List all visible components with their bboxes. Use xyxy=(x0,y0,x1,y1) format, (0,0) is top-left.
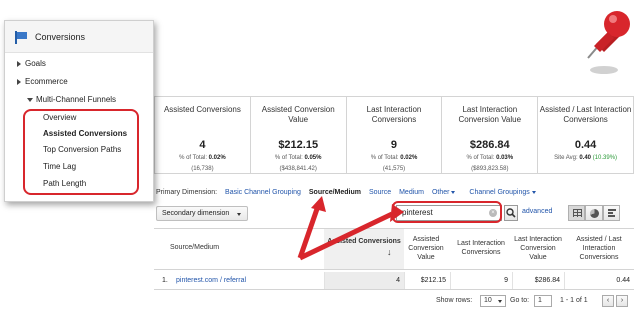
header-source-medium[interactable]: Source/Medium xyxy=(170,243,219,252)
next-page-button[interactable]: › xyxy=(616,295,628,307)
cell-assisted-conversion-value: $212.15 xyxy=(404,272,450,289)
dimension-channel-groupings[interactable]: Channel Groupings xyxy=(469,189,536,196)
data-table: Source/Medium Assisted Conversions ↓ Ass… xyxy=(154,228,634,318)
chevron-down-icon xyxy=(498,300,502,303)
secondary-dimension-button[interactable]: Secondary dimension xyxy=(156,206,248,221)
header-assisted-last-ratio[interactable]: Assisted / Last Interaction Conversions xyxy=(564,235,634,262)
dimension-basic-channel-grouping[interactable]: Basic Channel Grouping xyxy=(225,189,301,196)
sidebar-item-multi-channel-funnels[interactable]: Multi-Channel Funnels xyxy=(27,95,116,104)
sidebar-header[interactable]: Conversions xyxy=(5,21,153,53)
metric-assisted-conversion-value: Assisted Conversion Value $212.15 % of T… xyxy=(251,97,347,173)
dimension-medium[interactable]: Medium xyxy=(399,189,424,196)
advanced-filter-link[interactable]: advanced xyxy=(522,208,552,215)
header-last-interaction-conversion-value[interactable]: Last Interaction Conversion Value xyxy=(512,235,564,262)
sidebar-panel: Conversions Goals Ecommerce Multi-Channe… xyxy=(4,20,154,202)
row-source-link[interactable]: pinterest.com / referral xyxy=(176,277,246,284)
show-rows-label: Show rows: xyxy=(436,297,473,304)
table-footer: Show rows: 10 Go to: 1 1 - 1 of 1 ‹ › xyxy=(154,294,634,310)
metric-assisted-last-ratio: Assisted / Last Interaction Conversions … xyxy=(539,105,632,161)
chevron-left-icon: ‹ xyxy=(606,297,610,304)
view-switcher xyxy=(568,205,620,221)
performance-view-button[interactable] xyxy=(602,205,620,221)
sort-descending-icon: ↓ xyxy=(387,247,392,257)
show-rows-select[interactable]: 10 xyxy=(480,295,506,307)
collapse-triangle-icon xyxy=(27,97,33,102)
report-main: Assisted Conversions 4 % of Total: 0.02%… xyxy=(150,96,638,326)
pie-view-button[interactable] xyxy=(585,205,603,221)
table-header: Source/Medium Assisted Conversions ↓ Ass… xyxy=(154,228,634,270)
page-range: 1 - 1 of 1 xyxy=(560,297,588,304)
metric-summary: Assisted Conversions 4 % of Total: 0.02%… xyxy=(154,96,634,174)
pie-chart-icon xyxy=(590,209,600,218)
prev-page-button[interactable]: ‹ xyxy=(602,295,614,307)
metric-last-interaction-conversions: Last Interaction Conversions 9 % of Tota… xyxy=(347,97,443,173)
flag-icon xyxy=(15,30,27,44)
grid-icon xyxy=(573,209,582,217)
table-row: 1. pinterest.com / referral 4 $212.15 9 … xyxy=(154,272,634,290)
search-button[interactable] xyxy=(504,205,518,221)
goto-input[interactable]: 1 xyxy=(534,295,552,307)
pushpin-icon xyxy=(587,11,630,74)
chevron-down-icon xyxy=(531,190,536,194)
primary-dimension-label: Primary Dimension: xyxy=(156,189,218,196)
cell-assisted-conversions: 4 xyxy=(324,272,404,289)
search-icon xyxy=(506,208,516,218)
chevron-right-icon: › xyxy=(620,297,624,304)
clear-icon[interactable]: × xyxy=(489,209,497,217)
chevron-down-icon xyxy=(451,190,456,194)
header-assisted-conversions[interactable]: Assisted Conversions xyxy=(324,229,404,269)
sidebar-item-goals[interactable]: Goals xyxy=(17,59,46,68)
goto-label: Go to: xyxy=(510,297,530,304)
cell-last-interaction-conversion-value: $286.84 xyxy=(512,272,564,289)
metric-last-interaction-conversion-value: Last Interaction Conversion Value $286.8… xyxy=(442,97,539,173)
sidebar-header-label: Conversions xyxy=(35,31,86,42)
cell-last-interaction-conversions: 9 xyxy=(450,272,512,289)
header-last-interaction-conversions[interactable]: Last Interaction Conversions xyxy=(450,239,512,257)
dimension-source[interactable]: Source xyxy=(369,189,391,196)
sidebar-item-ecommerce[interactable]: Ecommerce xyxy=(17,77,68,86)
search-input[interactable]: pinterest × xyxy=(396,205,502,221)
chevron-down-icon xyxy=(237,213,241,216)
header-assisted-conversion-value[interactable]: Assisted Conversion Value xyxy=(404,235,448,262)
dimension-other[interactable]: Other xyxy=(432,189,456,196)
highlight-outline xyxy=(23,109,139,195)
dimension-source-medium[interactable]: Source/Medium xyxy=(309,189,361,196)
row-index: 1. xyxy=(162,277,168,284)
bar-chart-icon xyxy=(607,209,617,218)
cell-assisted-last-ratio: 0.44 xyxy=(564,272,634,289)
expand-triangle-icon xyxy=(17,78,21,85)
metric-assisted-conversions: Assisted Conversions 4 % of Total: 0.02%… xyxy=(155,97,251,173)
expand-triangle-icon xyxy=(17,60,21,67)
table-view-button[interactable] xyxy=(568,205,586,221)
primary-dimension-bar: Primary Dimension: Basic Channel Groupin… xyxy=(156,189,536,196)
